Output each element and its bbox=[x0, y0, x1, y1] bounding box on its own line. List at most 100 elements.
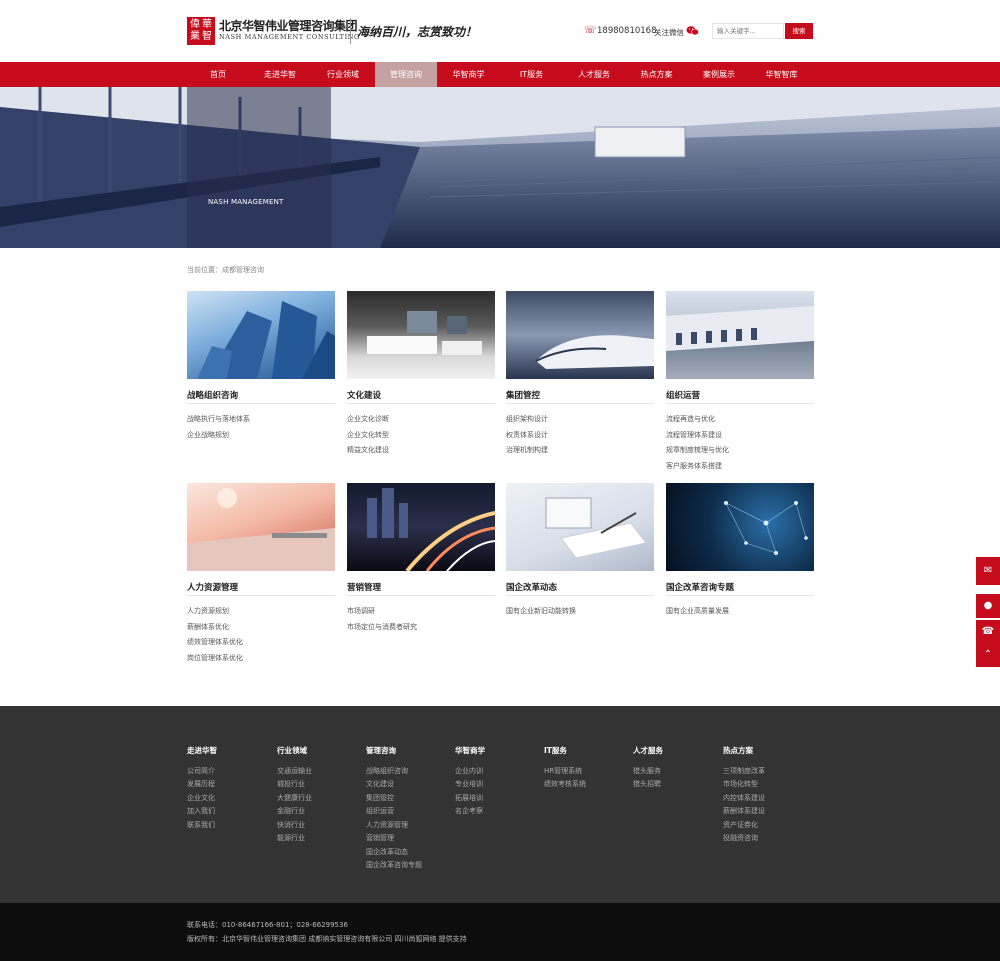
message-icon[interactable]: ✉ bbox=[976, 557, 1000, 585]
card-image-city-night-traffic[interactable] bbox=[347, 483, 495, 571]
footer-link[interactable]: 专业培训 bbox=[455, 779, 483, 789]
footer-column-title[interactable]: 人才服务 bbox=[633, 745, 663, 756]
footer-link[interactable]: 企业内训 bbox=[455, 766, 483, 776]
card-link[interactable]: 治理机制构建 bbox=[506, 445, 548, 455]
footer-column-title[interactable]: 走进华智 bbox=[187, 745, 217, 756]
footer-link[interactable]: 国企改革动态 bbox=[366, 847, 408, 857]
nav-item-about[interactable]: 走进华智 bbox=[249, 62, 311, 87]
nav-item-it-services[interactable]: IT服务 bbox=[500, 62, 563, 87]
wechat-icon[interactable] bbox=[686, 25, 699, 36]
card-title[interactable]: 国企改革动态 bbox=[506, 581, 557, 593]
nav-item-consulting[interactable]: 管理咨询 bbox=[375, 62, 437, 87]
footer-column-title[interactable]: 热点方案 bbox=[723, 745, 753, 756]
card-title[interactable]: 战略组织咨询 bbox=[187, 389, 238, 401]
nav-item-home[interactable]: 首页 bbox=[187, 62, 249, 87]
footer-link[interactable]: 发展历程 bbox=[187, 779, 215, 789]
phone-icon[interactable]: ☎ bbox=[976, 620, 1000, 644]
card-link[interactable]: 市场定位与消费者研究 bbox=[347, 622, 417, 632]
qq-icon[interactable]: ● bbox=[976, 594, 1000, 618]
back-to-top-icon[interactable]: ⌃ bbox=[976, 643, 1000, 667]
footer-link[interactable]: 企业文化 bbox=[187, 793, 215, 803]
footer-link[interactable]: 市场化转型 bbox=[723, 779, 758, 789]
footer-column-title[interactable]: 华智商学 bbox=[455, 745, 485, 756]
card-image-high-speed-train[interactable] bbox=[506, 291, 654, 379]
footer-link[interactable]: 拓展培训 bbox=[455, 793, 483, 803]
footer-link[interactable]: 集团管控 bbox=[366, 793, 394, 803]
logo-title[interactable]: 北京华智伟业管理咨询集团 bbox=[219, 17, 358, 34]
footer-link[interactable]: 薪酬体系建设 bbox=[723, 806, 765, 816]
footer-link[interactable]: 金融行业 bbox=[277, 806, 305, 816]
footer-link[interactable]: 猎头招聘 bbox=[633, 779, 661, 789]
card-image-modern-office[interactable] bbox=[347, 291, 495, 379]
slogan: 海纳百川，志赏致功！ bbox=[357, 25, 478, 39]
card-link[interactable]: 绩效管理体系优化 bbox=[187, 637, 243, 647]
card-image-business-documents[interactable] bbox=[506, 483, 654, 571]
card-link[interactable]: 权责体系设计 bbox=[506, 430, 548, 440]
card-image-glass-skyscraper[interactable] bbox=[187, 291, 335, 379]
footer-link[interactable]: 三项制度改革 bbox=[723, 766, 765, 776]
card-link[interactable]: 市场调研 bbox=[347, 606, 375, 616]
footer-column-title[interactable]: 行业领域 bbox=[277, 745, 307, 756]
footer-link[interactable]: 公司简介 bbox=[187, 766, 215, 776]
card-link[interactable]: 流程管理体系建设 bbox=[666, 430, 722, 440]
footer-link[interactable]: 猎头服务 bbox=[633, 766, 661, 776]
card-title[interactable]: 集团管控 bbox=[506, 389, 540, 401]
footer-link[interactable]: 能源行业 bbox=[277, 833, 305, 843]
logo-seal[interactable]: 偉 華 業 智 bbox=[187, 17, 215, 45]
search-input[interactable] bbox=[712, 23, 784, 39]
footer-link[interactable]: 名企考察 bbox=[455, 806, 483, 816]
footer-link[interactable]: 文化建设 bbox=[366, 779, 394, 789]
nav-item-cases[interactable]: 案例展示 bbox=[688, 62, 750, 87]
follow-wechat-label[interactable]: 关注微信 bbox=[654, 27, 684, 38]
footer-link[interactable]: 大健康行业 bbox=[277, 793, 312, 803]
card-link[interactable]: 企业文化转型 bbox=[347, 430, 389, 440]
seal-char: 業 bbox=[190, 31, 200, 42]
nav-item-solutions[interactable]: 热点方案 bbox=[625, 62, 688, 87]
footer-column-title[interactable]: IT服务 bbox=[544, 745, 567, 756]
nav-item-talent[interactable]: 人才服务 bbox=[563, 62, 625, 87]
card-link[interactable]: 企业文化诊断 bbox=[347, 414, 389, 424]
card-image-logistics-warehouse[interactable] bbox=[666, 291, 814, 379]
card-divider bbox=[187, 595, 335, 596]
footer-link[interactable]: 营销管理 bbox=[366, 833, 394, 843]
card-link[interactable]: 国有企业高质量发展 bbox=[666, 606, 729, 616]
footer-link[interactable]: 城投行业 bbox=[277, 779, 305, 789]
search-button[interactable]: 搜索 bbox=[785, 23, 813, 39]
footer-column-title[interactable]: 管理咨询 bbox=[366, 745, 396, 756]
card-link[interactable]: 岗位管理体系优化 bbox=[187, 653, 243, 663]
card-title[interactable]: 国企改革咨询专题 bbox=[666, 581, 734, 593]
nav-item-think-tank[interactable]: 华智智库 bbox=[750, 62, 813, 87]
card-link[interactable]: 精益文化建设 bbox=[347, 445, 389, 455]
card-title[interactable]: 营销管理 bbox=[347, 581, 381, 593]
card-link[interactable]: 人力资源规划 bbox=[187, 606, 229, 616]
footer-link[interactable]: 组织运营 bbox=[366, 806, 394, 816]
card-link[interactable]: 战略执行与落地体系 bbox=[187, 414, 250, 424]
footer-link[interactable]: 投融资咨询 bbox=[723, 833, 758, 843]
card-link[interactable]: 规章制度梳理与优化 bbox=[666, 445, 729, 455]
card-link[interactable]: 客户服务体系搭建 bbox=[666, 461, 722, 471]
footer-link[interactable]: HR管理系统 bbox=[544, 766, 582, 776]
footer-link[interactable]: 联系我们 bbox=[187, 820, 215, 830]
card-link[interactable]: 薪酬体系优化 bbox=[187, 622, 229, 632]
contact-line: 联系电话：010-86467166-801；028-66299536 bbox=[187, 921, 348, 929]
card-link[interactable]: 流程再造与优化 bbox=[666, 414, 715, 424]
card-link[interactable]: 组织架构设计 bbox=[506, 414, 548, 424]
footer-link[interactable]: 交通运输业 bbox=[277, 766, 312, 776]
card-link[interactable]: 国有企业新旧动能转换 bbox=[506, 606, 576, 616]
footer-link[interactable]: 国企改革咨询专题 bbox=[366, 860, 422, 870]
footer-link[interactable]: 绩效考核系统 bbox=[544, 779, 586, 789]
footer-link[interactable]: 快消行业 bbox=[277, 820, 305, 830]
footer-link[interactable]: 内控体系建设 bbox=[723, 793, 765, 803]
card-image-network-nodes[interactable] bbox=[666, 483, 814, 571]
card-image-desk-at-sunset[interactable] bbox=[187, 483, 335, 571]
footer-link[interactable]: 资产证券化 bbox=[723, 820, 758, 830]
footer-link[interactable]: 加入我们 bbox=[187, 806, 215, 816]
footer-link[interactable]: 战略组织咨询 bbox=[366, 766, 408, 776]
card-title[interactable]: 组织运营 bbox=[666, 389, 700, 401]
nav-item-industries[interactable]: 行业领域 bbox=[311, 62, 375, 87]
footer-link[interactable]: 人力资源管理 bbox=[366, 820, 408, 830]
card-title[interactable]: 人力资源管理 bbox=[187, 581, 238, 593]
nav-item-academy[interactable]: 华智商学 bbox=[437, 62, 500, 87]
card-title[interactable]: 文化建设 bbox=[347, 389, 381, 401]
card-link[interactable]: 企业战略规划 bbox=[187, 430, 229, 440]
